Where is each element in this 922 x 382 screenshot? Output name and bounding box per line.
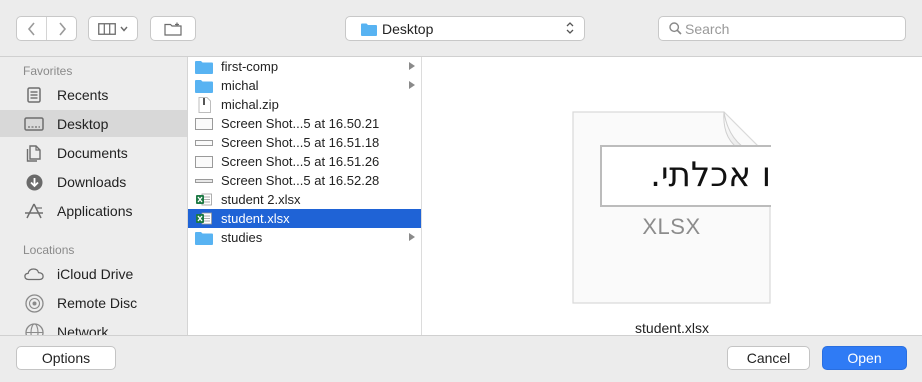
new-folder-icon xyxy=(164,22,182,36)
desktop-icon xyxy=(24,114,44,134)
folder-icon xyxy=(195,59,213,74)
file-row-michal-zip[interactable]: michal.zip xyxy=(188,95,421,114)
file-row-first-comp[interactable]: first-comp xyxy=(188,57,421,76)
updown-chevron-icon xyxy=(566,22,574,34)
excel-file-icon xyxy=(195,211,213,226)
sidebar-item-desktop[interactable]: Desktop xyxy=(0,110,187,137)
chevron-right-icon xyxy=(58,21,66,36)
bottom-bar: Options Cancel Open xyxy=(0,335,922,382)
screenshot-file-icon xyxy=(195,173,213,188)
file-row-student-xlsx[interactable]: student.xlsx xyxy=(188,209,421,228)
chevron-down-icon xyxy=(120,26,128,32)
cancel-button[interactable]: Cancel xyxy=(727,346,810,370)
file-row-screenshot-4[interactable]: Screen Shot...5 at 16.52.28 xyxy=(188,171,421,190)
disclosure-arrow-icon xyxy=(409,62,415,70)
sidebar-item-documents[interactable]: Documents xyxy=(0,139,187,166)
applications-icon xyxy=(24,201,44,221)
search-input[interactable] xyxy=(685,19,895,38)
recents-icon xyxy=(24,85,44,105)
sidebar: Favorites Recents Desktop Documents Down… xyxy=(0,57,188,335)
documents-icon xyxy=(24,143,44,163)
locations-header: Locations xyxy=(23,243,75,257)
file-row-screenshot-3[interactable]: Screen Shot...5 at 16.51.26 xyxy=(188,152,421,171)
screenshot-file-icon xyxy=(195,135,213,150)
file-list: first-comp michal michal.zip Screen Shot… xyxy=(188,57,422,335)
folder-icon xyxy=(361,23,377,36)
open-button[interactable]: Open xyxy=(822,346,907,370)
sidebar-item-icloud-drive[interactable]: iCloud Drive xyxy=(0,260,187,287)
location-dropdown[interactable]: Desktop xyxy=(345,16,585,41)
chevron-left-icon xyxy=(27,21,35,36)
search-icon xyxy=(669,22,682,35)
file-extension-label: XLSX xyxy=(642,214,701,239)
zip-file-icon xyxy=(195,96,213,113)
disclosure-arrow-icon xyxy=(409,81,415,89)
disc-icon xyxy=(24,293,44,313)
excel-file-icon xyxy=(195,192,213,207)
search-field[interactable] xyxy=(658,16,906,41)
favorites-header: Favorites xyxy=(23,64,73,78)
forward-button[interactable] xyxy=(46,17,76,40)
icloud-icon xyxy=(24,264,44,284)
preview-pane: ו אכלתי. XLSX student.xlsx xyxy=(422,57,922,335)
file-row-studies[interactable]: studies xyxy=(188,228,421,247)
columns-view-icon xyxy=(98,22,116,35)
view-mode-button[interactable] xyxy=(88,16,138,41)
file-row-screenshot-2[interactable]: Screen Shot...5 at 16.51.18 xyxy=(188,133,421,152)
sidebar-item-downloads[interactable]: Downloads xyxy=(0,168,187,195)
preview-file-name: student.xlsx xyxy=(635,320,709,335)
file-row-screenshot-1[interactable]: Screen Shot...5 at 16.50.21 xyxy=(188,114,421,133)
nav-buttons xyxy=(16,16,77,41)
new-folder-button[interactable] xyxy=(150,16,196,41)
screenshot-file-icon xyxy=(195,154,213,169)
location-label: Desktop xyxy=(382,21,434,37)
options-button[interactable]: Options xyxy=(16,346,116,370)
downloads-icon xyxy=(24,172,44,192)
toolbar: Desktop xyxy=(0,0,922,57)
file-row-student-2-xlsx[interactable]: student 2.xlsx xyxy=(188,190,421,209)
sidebar-item-network[interactable]: Network xyxy=(0,318,187,335)
folder-icon xyxy=(195,78,213,93)
disclosure-arrow-icon xyxy=(409,233,415,241)
file-row-michal[interactable]: michal xyxy=(188,76,421,95)
folder-icon xyxy=(195,230,213,245)
network-icon xyxy=(24,322,44,335)
back-button[interactable] xyxy=(17,17,46,40)
screenshot-file-icon xyxy=(195,116,213,131)
sidebar-item-applications[interactable]: Applications xyxy=(0,197,187,224)
sidebar-item-recents[interactable]: Recents xyxy=(0,81,187,108)
sidebar-item-remote-disc[interactable]: Remote Disc xyxy=(0,289,187,316)
document-preview-icon: ו אכלתי. XLSX xyxy=(572,111,771,304)
document-content-snippet: ו אכלתי. xyxy=(600,145,771,207)
